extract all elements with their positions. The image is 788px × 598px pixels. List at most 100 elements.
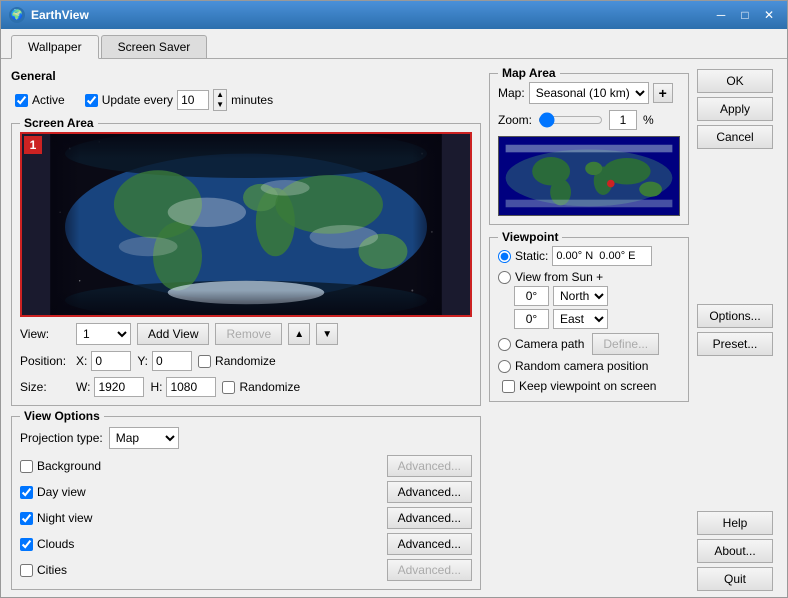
map-select-row: Map: Seasonal (10 km) Blue Marble +: [498, 82, 680, 104]
update-up-btn[interactable]: ▲: [214, 90, 226, 100]
map-select[interactable]: Seasonal (10 km) Blue Marble: [529, 82, 649, 104]
position-label: Position:: [20, 354, 70, 368]
about-button[interactable]: About...: [697, 539, 773, 563]
projection-label: Projection type:: [20, 431, 103, 445]
randomize2-checkbox[interactable]: [222, 381, 235, 394]
mini-map: [498, 136, 680, 216]
y-field: Y:: [137, 351, 192, 371]
randomize1-label[interactable]: Randomize: [198, 354, 276, 368]
sun-direction2-select[interactable]: East West: [553, 309, 608, 329]
randomize1-checkbox[interactable]: [198, 355, 211, 368]
view-label: View:: [20, 327, 70, 341]
sun-degree2-input[interactable]: [514, 309, 549, 329]
sun-direction1-select[interactable]: North South: [553, 286, 608, 306]
map-add-button[interactable]: +: [653, 83, 673, 103]
x-input[interactable]: [91, 351, 131, 371]
close-button[interactable]: ✕: [759, 5, 779, 25]
day-view-label[interactable]: Day view: [20, 485, 86, 499]
minimize-button[interactable]: ─: [711, 5, 731, 25]
sun-radio[interactable]: [498, 271, 511, 284]
earth-preview: 1: [20, 132, 472, 317]
clouds-text: Clouds: [37, 537, 74, 551]
sun-controls: North South East West: [514, 286, 680, 329]
mini-map-svg: [499, 137, 679, 215]
zoom-slider[interactable]: [538, 112, 603, 128]
cities-advanced-button[interactable]: Advanced...: [387, 559, 472, 581]
general-row: Active Update every ▲ ▼: [11, 87, 481, 113]
w-label: W:: [76, 380, 90, 394]
tab-screen-saver[interactable]: Screen Saver: [101, 35, 208, 58]
percent-label: %: [643, 113, 654, 127]
sun-degree1-input[interactable]: [514, 286, 549, 306]
apply-button[interactable]: Apply: [697, 97, 773, 121]
zoom-value-input[interactable]: [609, 110, 637, 130]
preset-button[interactable]: Preset...: [697, 332, 773, 356]
size-label: Size:: [20, 380, 70, 394]
screen-area-content: 1: [20, 132, 472, 397]
random-camera-row: Random camera position: [498, 359, 680, 373]
right-panel: OK Apply Cancel Options... Preset... Hel…: [697, 69, 779, 591]
background-row: Background: [20, 455, 242, 477]
cancel-button[interactable]: Cancel: [697, 125, 773, 149]
define-button[interactable]: Define...: [592, 333, 659, 355]
day-view-checkbox[interactable]: [20, 486, 33, 499]
sun-row1: North South: [514, 286, 680, 306]
camera-path-radio[interactable]: [498, 338, 511, 351]
cities-row: Cities: [20, 559, 242, 581]
background-label[interactable]: Background: [20, 459, 101, 473]
title-bar: 🌍 EarthView ─ □ ✕: [1, 1, 787, 29]
night-view-checkbox[interactable]: [20, 512, 33, 525]
title-bar-left: 🌍 EarthView: [9, 7, 89, 23]
night-advanced-button[interactable]: Advanced...: [387, 507, 472, 529]
remove-button[interactable]: Remove: [215, 323, 282, 345]
cities-label[interactable]: Cities: [20, 563, 67, 577]
h-field: H:: [150, 377, 216, 397]
window-content: Wallpaper Screen Saver General Active: [1, 29, 787, 597]
night-adv-row: Advanced...: [250, 507, 472, 529]
y-input[interactable]: [152, 351, 192, 371]
background-text: Background: [37, 459, 101, 473]
tab-wallpaper[interactable]: Wallpaper: [11, 35, 99, 59]
randomize2-label[interactable]: Randomize: [222, 380, 300, 394]
background-checkbox[interactable]: [20, 460, 33, 473]
move-up-button[interactable]: ▲: [288, 323, 310, 345]
update-label[interactable]: Update every: [85, 93, 173, 107]
view-select[interactable]: 1: [76, 323, 131, 345]
active-text: Active: [32, 93, 65, 107]
update-checkbox[interactable]: [85, 94, 98, 107]
view-options-content: Projection type: Map Globe Background: [20, 427, 472, 581]
static-row: Static:: [498, 246, 680, 266]
day-advanced-button[interactable]: Advanced...: [387, 481, 472, 503]
zoom-row: Zoom: %: [498, 110, 680, 130]
maximize-button[interactable]: □: [735, 5, 755, 25]
static-input[interactable]: [552, 246, 652, 266]
active-checkbox[interactable]: [15, 94, 28, 107]
help-button[interactable]: Help: [697, 511, 773, 535]
random-camera-radio[interactable]: [498, 360, 511, 373]
keep-viewpoint-checkbox[interactable]: [502, 380, 515, 393]
update-text: Update every: [102, 93, 173, 107]
static-radio[interactable]: [498, 250, 511, 263]
clouds-checkbox[interactable]: [20, 538, 33, 551]
randomize1-text: Randomize: [215, 354, 276, 368]
night-view-label[interactable]: Night view: [20, 511, 92, 525]
update-value-input[interactable]: [177, 90, 209, 110]
background-advanced-button[interactable]: Advanced...: [387, 455, 472, 477]
projection-select[interactable]: Map Globe: [109, 427, 179, 449]
active-label[interactable]: Active: [15, 93, 65, 107]
update-down-btn[interactable]: ▼: [214, 100, 226, 110]
w-input[interactable]: [94, 377, 144, 397]
options-button[interactable]: Options...: [697, 304, 773, 328]
cities-checkbox[interactable]: [20, 564, 33, 577]
add-view-button[interactable]: Add View: [137, 323, 209, 345]
x-label: X:: [76, 354, 87, 368]
clouds-label[interactable]: Clouds: [20, 537, 74, 551]
clouds-advanced-button[interactable]: Advanced...: [387, 533, 472, 555]
ok-button[interactable]: OK: [697, 69, 773, 93]
sun-row2: East West: [514, 309, 680, 329]
random-camera-label: Random camera position: [515, 359, 648, 373]
quit-button[interactable]: Quit: [697, 567, 773, 591]
main-area: General Active Update every: [1, 65, 787, 597]
h-input[interactable]: [166, 377, 216, 397]
move-down-button[interactable]: ▼: [316, 323, 338, 345]
